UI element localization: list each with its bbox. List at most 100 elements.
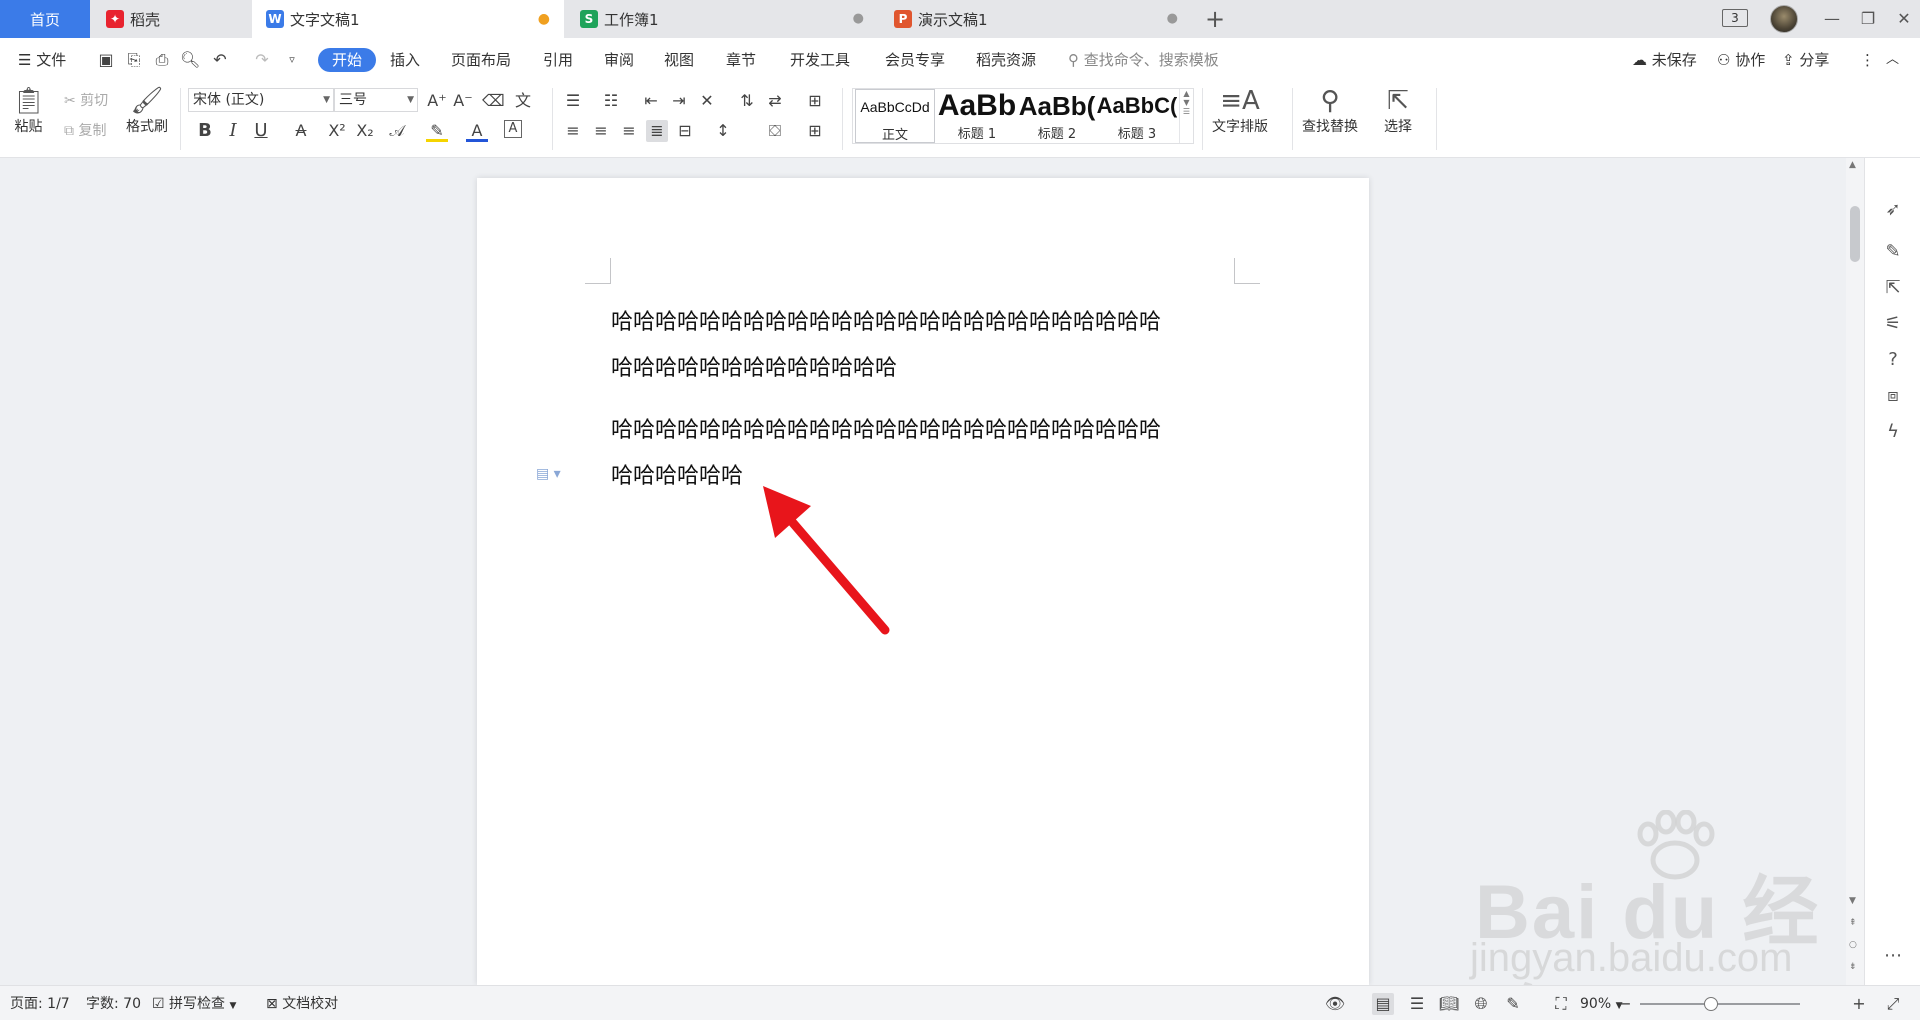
show-marks-icon[interactable]: ⊞ — [804, 90, 826, 112]
unsaved-status[interactable]: ☁ 未保存 — [1632, 48, 1697, 72]
menu-tab-developer[interactable]: 开发工具 — [790, 48, 850, 72]
menu-tab-member[interactable]: 会员专享 — [885, 48, 945, 72]
text-layout-button[interactable]: ≡A 文字排版 — [1212, 86, 1268, 136]
style-heading-3[interactable]: AaBbC( 标题 3 — [1097, 89, 1177, 143]
unsaved-dot-icon[interactable]: ● — [538, 11, 550, 27]
word-count[interactable]: 字数: 70 — [86, 994, 141, 1014]
align-center-icon[interactable]: ≡ — [590, 120, 612, 142]
strikethrough-icon[interactable]: A — [290, 120, 312, 142]
zoom-in-icon[interactable]: + — [1848, 993, 1870, 1015]
document-page[interactable]: 哈哈哈哈哈哈哈哈哈哈哈哈哈哈哈哈哈哈哈哈哈哈哈哈哈 哈哈哈哈哈哈哈哈哈哈哈哈哈 … — [477, 178, 1369, 985]
copy-button[interactable]: ⧉ 复制 — [64, 120, 106, 140]
help-icon[interactable]: ? — [1881, 348, 1905, 372]
highlight-icon[interactable]: ✎ — [426, 120, 448, 142]
menu-tab-references[interactable]: 引用 — [543, 48, 573, 72]
text-effect-icon[interactable]: 𝒜 — [386, 120, 408, 142]
fullscreen-icon[interactable]: ⤢ — [1882, 993, 1904, 1015]
format-painter-button[interactable]: 🖌︎ 格式刷 — [126, 86, 168, 136]
close-window-button[interactable]: ✕ — [1886, 6, 1920, 32]
undo-icon[interactable]: ↶ — [210, 50, 230, 70]
page-indicator[interactable]: 页面: 1/7 — [10, 994, 70, 1014]
line-spacing-icon[interactable]: ↕ — [712, 120, 734, 142]
lightning-icon[interactable]: ϟ — [1881, 420, 1905, 444]
menu-tab-sections[interactable]: 章节 — [726, 48, 756, 72]
chinese-layout-icon[interactable]: ✕ — [696, 90, 718, 112]
chevron-down-icon[interactable]: ▼ — [1180, 98, 1193, 107]
paragraph-layout-icon[interactable]: ▤ ▾ — [536, 466, 566, 484]
tab-close-icon[interactable]: ● — [853, 11, 864, 26]
cursor-icon[interactable]: ⇱ — [1881, 276, 1905, 300]
more-icon[interactable]: ⋮ — [1860, 48, 1875, 72]
collaborate-button[interactable]: ⚇ 协作 — [1717, 48, 1765, 72]
character-border-icon[interactable]: A — [504, 120, 522, 138]
superscript-icon[interactable]: X² — [326, 120, 348, 142]
more-options-icon[interactable]: ⋯ — [1881, 944, 1905, 968]
page-view-icon[interactable]: ▤ — [1372, 993, 1394, 1015]
share-button[interactable]: ⇪ 分享 — [1782, 48, 1829, 72]
tab-daoke[interactable]: ✦ 稻壳 — [92, 0, 250, 38]
subscript-icon[interactable]: X₂ — [354, 120, 376, 142]
tab-document[interactable]: W 文字文稿1 ● — [252, 0, 564, 38]
menu-tab-review[interactable]: 审阅 — [604, 48, 634, 72]
style-normal[interactable]: AaBbCcDd 正文 — [855, 89, 935, 143]
settings-sliders-icon[interactable]: ⚟ — [1881, 312, 1905, 336]
customize-toolbar-icon[interactable]: ▿ — [282, 50, 302, 70]
decrease-font-icon[interactable]: A⁻ — [452, 90, 474, 112]
select-button[interactable]: ⇱ 选择 — [1384, 86, 1412, 136]
menu-tab-view[interactable]: 视图 — [664, 48, 694, 72]
restore-button[interactable]: ❐ — [1850, 6, 1886, 32]
doc-proof-button[interactable]: ⊠ 文档校对 — [266, 994, 338, 1014]
tab-spreadsheet[interactable]: S 工作簿1 ● — [566, 0, 878, 38]
zoom-out-icon[interactable]: − — [1614, 993, 1636, 1015]
tab-home[interactable]: 首页 — [0, 0, 90, 38]
distributed-icon[interactable]: ⊟ — [674, 120, 696, 142]
numbered-list-icon[interactable]: ☷ — [600, 90, 622, 112]
increase-indent-icon[interactable]: ⇥ — [668, 90, 690, 112]
borders-icon[interactable]: ⊞ — [804, 120, 826, 142]
chevron-up-icon[interactable]: ▲ — [1180, 89, 1193, 98]
expand-gallery-icon[interactable]: ☰ — [1180, 107, 1193, 116]
underline-icon[interactable]: U — [250, 120, 272, 142]
zoom-slider[interactable] — [1640, 1003, 1800, 1005]
rocket-icon[interactable]: ➶ — [1881, 198, 1905, 222]
avatar[interactable] — [1770, 5, 1798, 33]
scroll-down-icon[interactable]: ▼ — [1849, 896, 1856, 906]
clear-format-icon[interactable]: ⌫ — [482, 90, 505, 112]
shading-icon[interactable]: ⛋ — [764, 120, 786, 142]
next-page-icon[interactable]: ⇟ — [1849, 962, 1857, 972]
justify-icon[interactable]: ≣ — [646, 120, 668, 142]
fit-page-icon[interactable]: ⛶ — [1550, 993, 1572, 1015]
eye-protection-icon[interactable]: 👁︎ — [1324, 993, 1346, 1015]
command-search[interactable]: ⚲ 查找命令、搜索模板 — [1068, 48, 1219, 72]
save-icon[interactable]: ▣ — [96, 50, 116, 70]
outline-view-icon[interactable]: ☰ — [1406, 993, 1428, 1015]
reading-view-icon[interactable]: 📖︎ — [1438, 993, 1460, 1015]
paste-button[interactable]: 📋︎ 粘贴 — [12, 86, 45, 136]
new-tab-button[interactable]: + — [1200, 4, 1230, 34]
window-count-button[interactable]: 3 — [1722, 9, 1748, 27]
pen-icon[interactable]: ✎ — [1881, 240, 1905, 264]
select-browse-object-icon[interactable]: ○ — [1849, 940, 1857, 950]
scroll-up-icon[interactable]: ▲ — [1849, 160, 1856, 170]
bullet-list-icon[interactable]: ☰ — [562, 90, 584, 112]
bold-icon[interactable]: B — [194, 120, 216, 142]
write-mode-icon[interactable]: ✎ — [1502, 993, 1524, 1015]
style-heading-2[interactable]: AaBb( 标题 2 — [1017, 89, 1097, 143]
prev-page-icon[interactable]: ⇞ — [1849, 918, 1857, 928]
zoom-slider-handle[interactable] — [1704, 997, 1719, 1011]
web-view-icon[interactable]: 🌐︎ — [1470, 993, 1492, 1015]
phonetic-guide-icon[interactable]: 文 — [512, 90, 534, 112]
style-gallery-scroll[interactable]: ▲ ▼ ☰ — [1179, 89, 1193, 143]
menu-tab-page-layout[interactable]: 页面布局 — [451, 48, 511, 72]
spell-check-button[interactable]: ☑ 拼写检查 ▼ — [152, 994, 236, 1014]
sort-icon[interactable]: ⇅ — [736, 90, 758, 112]
find-replace-button[interactable]: ⚲ 查找替换 — [1302, 86, 1358, 136]
file-menu[interactable]: ☰ 文件 — [18, 48, 66, 72]
font-color-icon[interactable]: A — [466, 120, 488, 142]
menu-tab-daoke-resources[interactable]: 稻壳资源 — [976, 48, 1036, 72]
collapse-ribbon-icon[interactable]: ︿ — [1886, 48, 1899, 72]
tab-presentation[interactable]: P 演示文稿1 ● — [880, 0, 1192, 38]
cut-button[interactable]: ✂ 剪切 — [64, 90, 108, 110]
print-icon[interactable]: ⎙ — [152, 50, 172, 70]
italic-icon[interactable]: I — [222, 120, 244, 142]
